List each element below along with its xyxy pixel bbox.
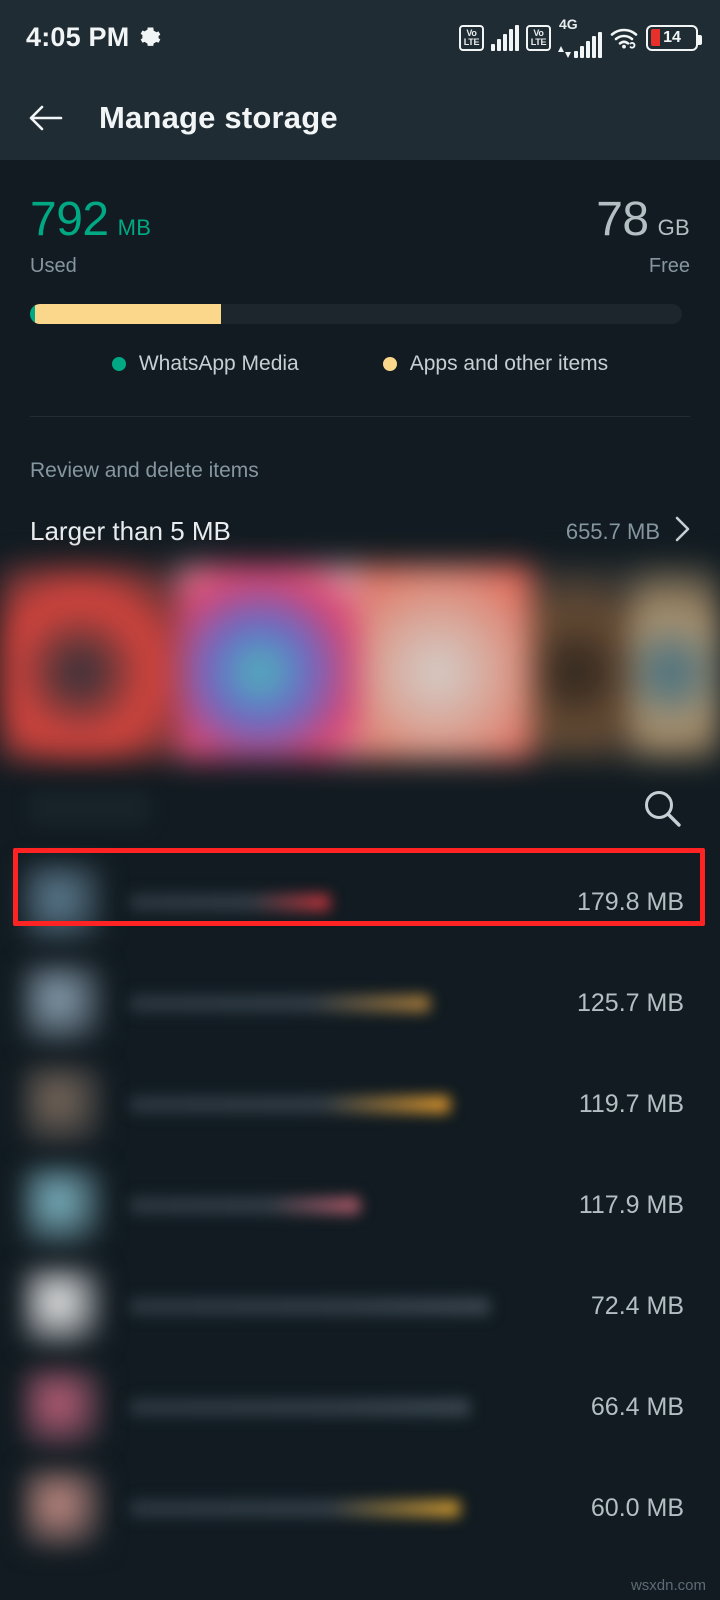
file-list-row[interactable]: 179.8 MB: [0, 852, 720, 953]
used-storage-block: 792 MB Used: [30, 196, 151, 278]
file-size-label: 66.4 MB: [590, 1393, 684, 1421]
storage-progress-bar: [30, 304, 682, 324]
data-activity-row: [558, 32, 602, 58]
network-type-label: 4G: [559, 16, 578, 32]
free-unit: GB: [657, 215, 690, 240]
legend-item-0: WhatsApp Media: [111, 352, 299, 376]
file-thumbnail: [22, 962, 104, 1045]
signal-bars-sim2: [574, 32, 602, 58]
legend-label: Apps and other items: [409, 352, 609, 375]
media-thumbnail[interactable]: [360, 565, 532, 760]
file-name-placeholder: [130, 1500, 565, 1517]
file-list-row[interactable]: 119.7 MB: [0, 1054, 720, 1155]
file-name-placeholder: [130, 894, 551, 911]
file-size-label: 125.7 MB: [576, 989, 684, 1017]
file-name-placeholder: [130, 1096, 553, 1113]
volte-bottom-label: LTE: [463, 36, 480, 47]
file-thumbnail: [22, 1164, 104, 1247]
battery-icon: 14: [646, 24, 702, 51]
file-size-label: 179.8 MB: [576, 888, 684, 916]
file-name-bar: [130, 1197, 360, 1214]
file-size-label: 117.9 MB: [578, 1191, 684, 1219]
app-bar: Manage storage: [0, 75, 720, 160]
status-bar-left: 4:05 PM: [26, 22, 161, 53]
larger-than-5mb-row[interactable]: Larger than 5 MB 655.7 MB: [30, 516, 690, 547]
file-thumbnail: [22, 861, 104, 944]
status-bar-clock: 4:05 PM: [26, 22, 130, 52]
status-bar-right: Vo LTE Vo LTE 4G 14: [459, 17, 702, 58]
file-size-label: 119.7 MB: [578, 1090, 684, 1118]
review-section-title: Review and delete items: [30, 459, 259, 482]
legend-label: WhatsApp Media: [138, 352, 299, 375]
chevron-right-icon: [674, 516, 690, 547]
file-thumbnail: [22, 1366, 104, 1449]
media-thumbnail[interactable]: [178, 565, 360, 760]
file-thumbnail: [22, 1265, 104, 1348]
media-thumbnail[interactable]: [630, 565, 720, 760]
battery-percent-label: 14: [663, 28, 681, 46]
volte-bottom-label-2: LTE: [530, 36, 547, 47]
free-storage-block: 78 GB Free: [596, 196, 690, 278]
media-thumbnail-strip[interactable]: [0, 565, 720, 760]
larger-than-5mb-right: 655.7 MB: [566, 516, 690, 547]
media-thumbnail[interactable]: [532, 565, 630, 760]
legend-dot-icon: [382, 357, 397, 371]
signal-bars-sim1: [491, 24, 519, 51]
legend-item-1: Apps and other items: [382, 352, 609, 376]
file-list-row[interactable]: 72.4 MB: [0, 1256, 720, 1357]
file-name-bar: [130, 995, 430, 1012]
file-name-bar: [130, 1298, 490, 1315]
free-caption: Free: [648, 255, 690, 277]
sort-label-placeholder: [30, 791, 150, 825]
file-list-row[interactable]: 117.9 MB: [0, 1155, 720, 1256]
file-list-row[interactable]: 66.4 MB: [0, 1357, 720, 1458]
legend-dot-icon: [111, 357, 126, 371]
file-name-bar: [130, 894, 330, 911]
file-list: 179.8 MB 125.7 MB 119.7 MB 117.9 MB 72.4 MB 6…: [0, 848, 720, 1559]
status-bar: 4:05 PM Vo LTE Vo LTE 4G 14: [0, 0, 720, 75]
volte-icon-sim2: Vo LTE: [526, 24, 551, 51]
file-name-placeholder: [130, 995, 551, 1012]
review-section: Review and delete items Larger than 5 MB…: [0, 417, 720, 547]
file-list-row[interactable]: 60.0 MB: [0, 1458, 720, 1559]
file-name-placeholder: [130, 1298, 565, 1315]
storage-segment-1: [35, 304, 222, 324]
used-value: 792: [30, 193, 109, 246]
file-list-row[interactable]: 125.7 MB: [0, 953, 720, 1054]
file-name-bar: [130, 1096, 450, 1113]
storage-values-row: 792 MB Used 78 GB Free: [30, 196, 690, 278]
media-thumbnail[interactable]: [0, 565, 178, 760]
free-value: 78: [596, 193, 649, 246]
list-search-row: [0, 764, 720, 852]
file-size-label: 60.0 MB: [590, 1494, 684, 1522]
used-unit: MB: [117, 215, 152, 240]
back-arrow-icon[interactable]: [26, 98, 66, 138]
data-transfer-arrows-icon: [558, 45, 571, 58]
volte-icon-sim1: Vo LTE: [459, 24, 484, 51]
file-name-placeholder: [130, 1399, 565, 1416]
file-thumbnail: [22, 1467, 104, 1550]
mobile-data-group: 4G: [558, 17, 602, 58]
larger-than-5mb-size: 655.7 MB: [565, 518, 660, 544]
storage-progress-wrap: [30, 304, 690, 324]
file-name-bar: [130, 1399, 470, 1416]
larger-than-5mb-label: Larger than 5 MB: [30, 516, 231, 546]
wifi-icon: [609, 26, 639, 50]
file-size-label: 72.4 MB: [590, 1292, 684, 1320]
used-caption: Used: [30, 255, 77, 277]
file-name-bar: [130, 1500, 460, 1517]
storage-summary: 792 MB Used 78 GB Free WhatsApp Media App…: [0, 160, 720, 417]
watermark: wsxdn.com: [630, 1577, 706, 1594]
search-icon[interactable]: [640, 786, 684, 830]
gear-icon: [140, 27, 161, 48]
file-thumbnail: [22, 1063, 104, 1146]
storage-legend: WhatsApp Media Apps and other items: [30, 352, 690, 376]
file-name-placeholder: [130, 1197, 553, 1214]
page-title: Manage storage: [99, 99, 338, 135]
